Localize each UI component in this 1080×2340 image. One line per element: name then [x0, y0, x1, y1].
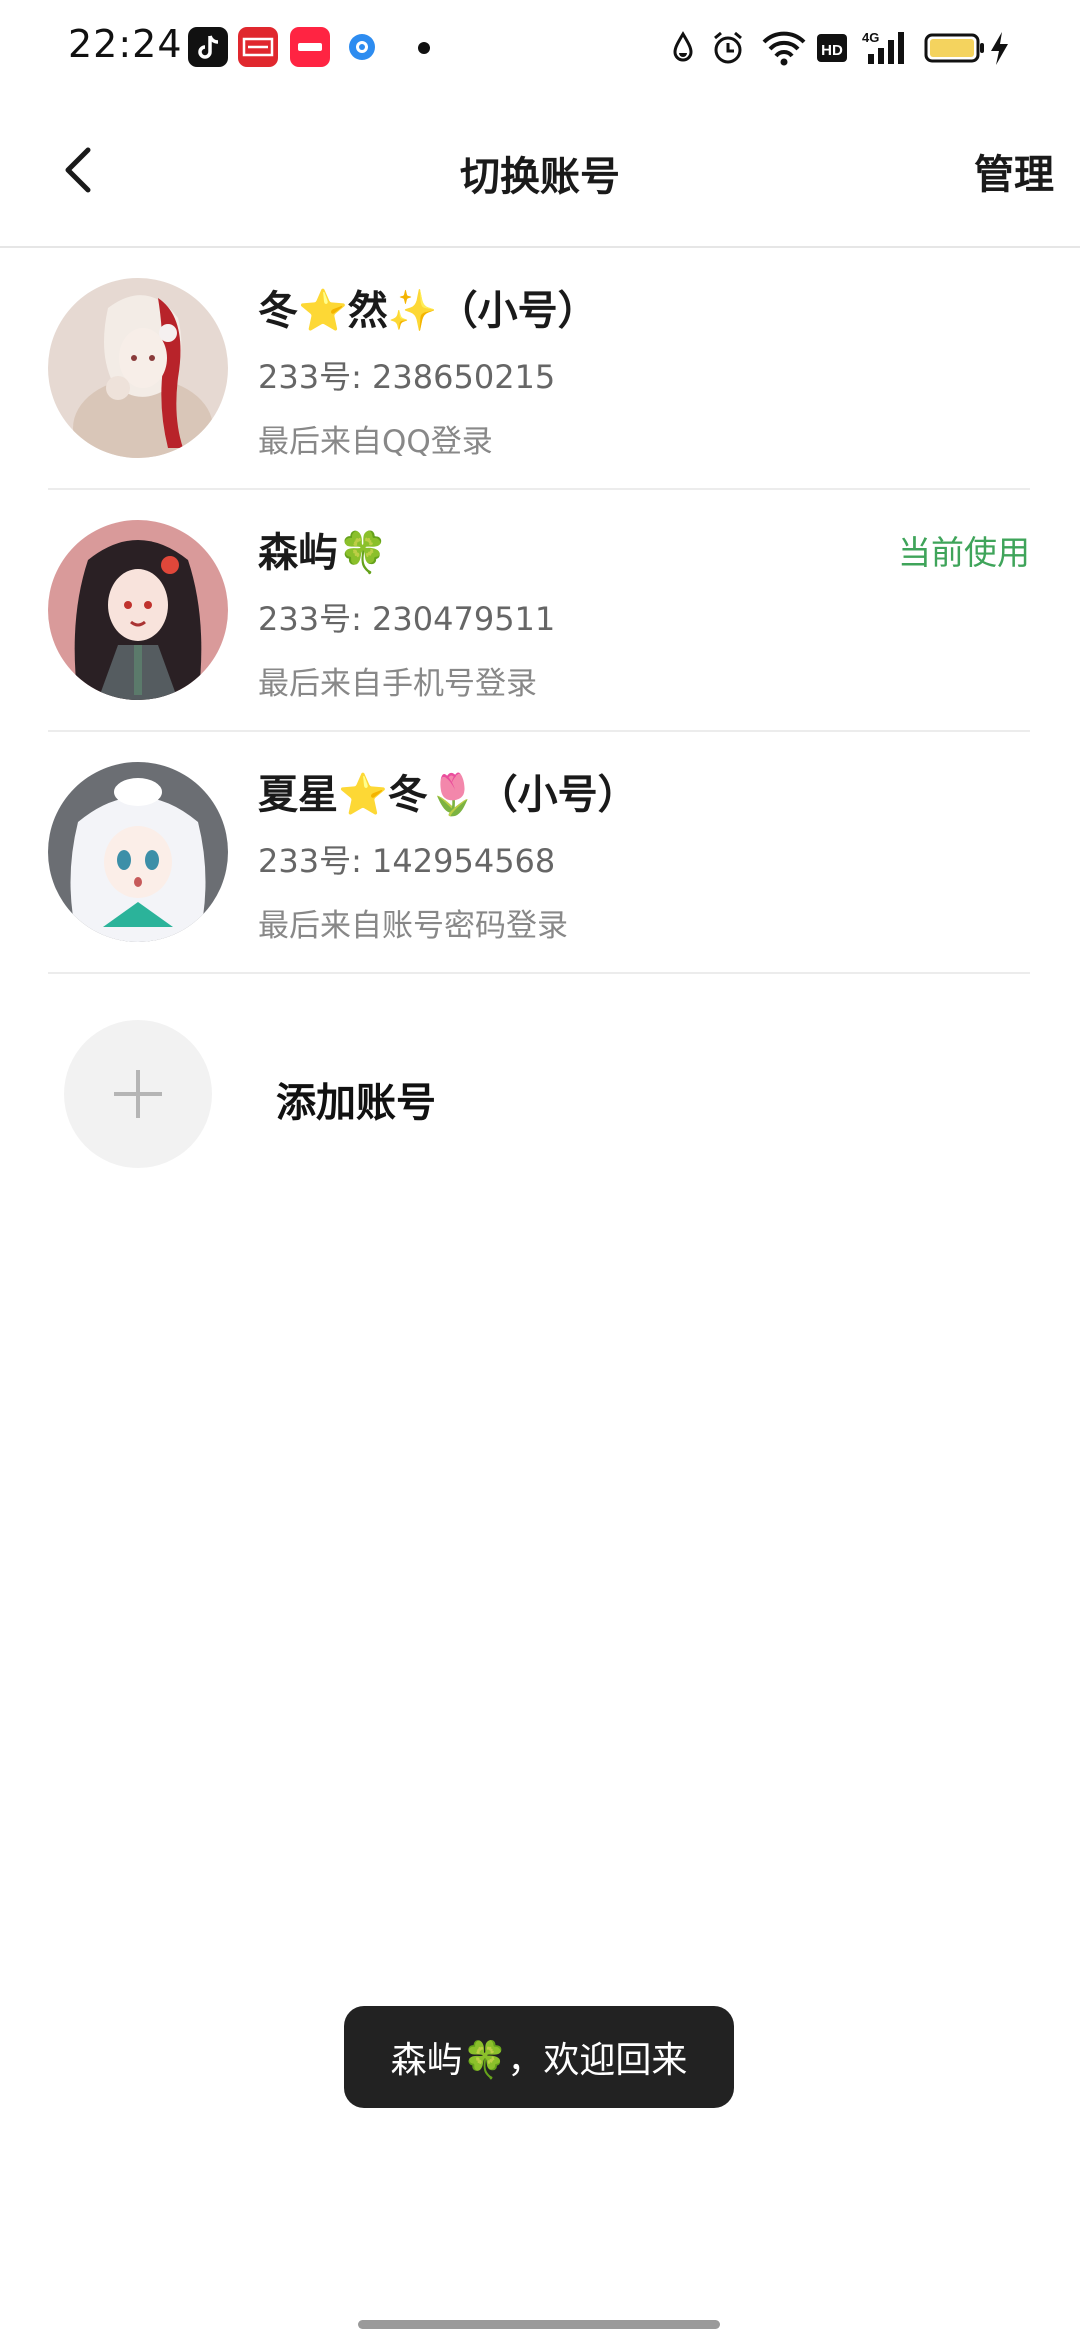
account-list: 冬⭐然✨（小号） 233号: 238650215 最后来自QQ登录 森屿🍀 当前…	[48, 248, 1030, 1214]
add-account-button[interactable]: 添加账号	[48, 974, 1030, 1214]
avatar	[48, 520, 228, 700]
signal-4g-icon: 4G	[862, 30, 904, 64]
manage-button[interactable]: 管理	[974, 142, 1054, 200]
plus-icon	[114, 1070, 162, 1118]
login-method: 最后来自账号密码登录	[258, 908, 568, 944]
svg-text:HD: HD	[821, 42, 843, 59]
account-name: 森屿🍀	[258, 530, 388, 576]
water-drop-icon	[673, 31, 693, 62]
nav-header: 切换账号 管理	[0, 96, 1080, 248]
login-method: 最后来自手机号登录	[258, 666, 537, 702]
welcome-toast: 森屿🍀，欢迎回来	[344, 2006, 734, 2108]
add-account-label: 添加账号	[276, 1080, 436, 1126]
page-title: 切换账号	[460, 154, 620, 200]
xiaohongshu-icon	[290, 27, 330, 67]
status-time: 22:24	[68, 22, 183, 66]
avatar	[48, 762, 228, 942]
wifi-icon	[762, 31, 806, 66]
account-row[interactable]: 冬⭐然✨（小号） 233号: 238650215 最后来自QQ登录	[48, 248, 1030, 490]
svg-text:4G: 4G	[862, 30, 879, 45]
account-id: 233号: 142954568	[258, 842, 556, 880]
toutiao-icon	[238, 27, 278, 67]
battery-icon	[924, 33, 984, 63]
hd-icon: HD	[817, 34, 847, 62]
home-indicator[interactable]	[358, 2320, 720, 2329]
account-name: 冬⭐然✨（小号）	[258, 288, 598, 334]
add-icon-circle	[64, 1020, 212, 1168]
account-id: 233号: 238650215	[258, 358, 556, 396]
status-bar: 22:24 HD 4G	[0, 0, 1080, 96]
account-id: 233号: 230479511	[258, 600, 556, 638]
account-row[interactable]: 夏星⭐冬🌷（小号） 233号: 142954568 最后来自账号密码登录	[48, 732, 1030, 974]
avatar	[48, 278, 228, 458]
browser-icon	[342, 27, 382, 67]
current-account-badge: 当前使用	[898, 533, 1030, 572]
account-row[interactable]: 森屿🍀 当前使用 233号: 230479511 最后来自手机号登录	[48, 490, 1030, 732]
charging-icon	[991, 32, 1008, 65]
alarm-icon	[714, 31, 742, 64]
tiktok-icon	[188, 27, 228, 67]
account-name: 夏星⭐冬🌷（小号）	[258, 772, 638, 818]
notification-dot	[418, 42, 430, 54]
login-method: 最后来自QQ登录	[258, 424, 493, 460]
